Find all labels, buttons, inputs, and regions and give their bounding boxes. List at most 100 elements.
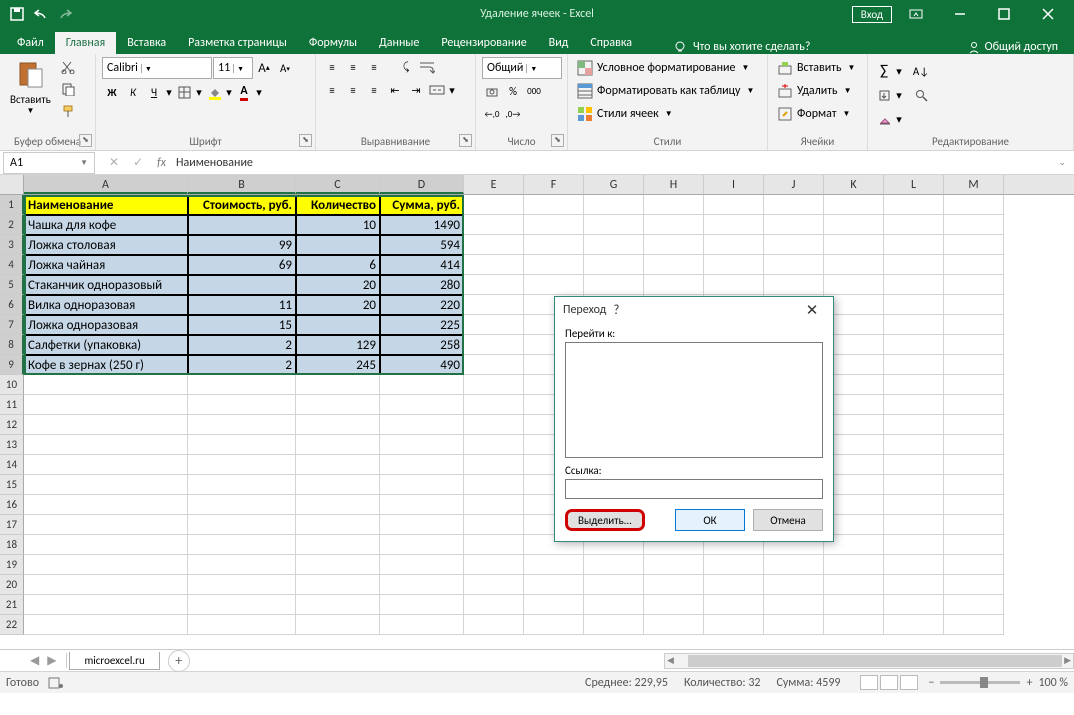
row-header[interactable]: 2 bbox=[0, 215, 24, 235]
tab-formulas[interactable]: Формулы bbox=[298, 32, 368, 54]
cell[interactable] bbox=[704, 275, 764, 295]
cell[interactable] bbox=[380, 455, 464, 475]
column-header[interactable]: G bbox=[584, 175, 644, 194]
cancel-button[interactable]: Отмена bbox=[753, 509, 823, 531]
cell[interactable]: Кофе в зернах (250 г) bbox=[24, 355, 188, 375]
cell[interactable] bbox=[884, 455, 944, 475]
align-center-icon[interactable]: ≡ bbox=[343, 80, 363, 100]
tab-file[interactable]: Файл bbox=[6, 32, 55, 54]
cell[interactable] bbox=[296, 495, 380, 515]
cell[interactable] bbox=[764, 195, 824, 215]
cell[interactable] bbox=[24, 595, 188, 615]
align-right-icon[interactable]: ≡ bbox=[364, 80, 384, 100]
cell[interactable] bbox=[764, 255, 824, 275]
cell[interactable]: 245 bbox=[296, 355, 380, 375]
cell[interactable] bbox=[24, 495, 188, 515]
cell[interactable]: 1490 bbox=[380, 215, 464, 235]
cell[interactable] bbox=[188, 415, 296, 435]
cell[interactable] bbox=[296, 535, 380, 555]
cell[interactable] bbox=[584, 215, 644, 235]
view-buttons[interactable] bbox=[860, 675, 918, 690]
cell[interactable] bbox=[884, 555, 944, 575]
cell[interactable]: Чашка для кофе bbox=[24, 215, 188, 235]
cell[interactable] bbox=[644, 255, 704, 275]
cell[interactable] bbox=[944, 215, 1004, 235]
cell[interactable] bbox=[944, 275, 1004, 295]
decrease-indent-icon[interactable]: ⇤ bbox=[385, 80, 405, 100]
fill-icon[interactable] bbox=[874, 85, 894, 105]
cell[interactable] bbox=[296, 455, 380, 475]
row-header[interactable]: 4 bbox=[0, 255, 24, 275]
cell[interactable] bbox=[644, 615, 704, 635]
row-header[interactable]: 7 bbox=[0, 315, 24, 335]
cell[interactable] bbox=[188, 575, 296, 595]
cell[interactable] bbox=[24, 455, 188, 475]
cell[interactable] bbox=[704, 555, 764, 575]
cell[interactable] bbox=[704, 575, 764, 595]
cell[interactable] bbox=[764, 215, 824, 235]
percent-icon[interactable]: % bbox=[503, 81, 523, 101]
cell[interactable]: 220 bbox=[380, 295, 464, 315]
copy-icon[interactable] bbox=[58, 79, 78, 99]
row-header[interactable]: 22 bbox=[0, 615, 24, 635]
cell[interactable] bbox=[188, 615, 296, 635]
cell[interactable] bbox=[188, 555, 296, 575]
cell[interactable] bbox=[188, 495, 296, 515]
column-header[interactable]: J bbox=[764, 175, 824, 194]
row-header[interactable]: 12 bbox=[0, 415, 24, 435]
cell[interactable] bbox=[944, 335, 1004, 355]
cell[interactable] bbox=[296, 475, 380, 495]
number-dialog-launcher[interactable]: ⬊ bbox=[551, 134, 564, 147]
ribbon-options-icon[interactable] bbox=[896, 0, 936, 28]
cell[interactable] bbox=[380, 435, 464, 455]
cell[interactable] bbox=[464, 415, 524, 435]
cell[interactable] bbox=[944, 475, 1004, 495]
row-header[interactable]: 11 bbox=[0, 395, 24, 415]
wrap-text-icon[interactable] bbox=[417, 57, 437, 77]
cell[interactable] bbox=[188, 595, 296, 615]
delete-cells-button[interactable]: Удалить▼ bbox=[774, 80, 861, 102]
cell[interactable]: 594 bbox=[380, 235, 464, 255]
cell[interactable]: Стоимость, руб. bbox=[188, 195, 296, 215]
cell[interactable] bbox=[464, 395, 524, 415]
increase-decimal-icon[interactable]: ←,0 bbox=[482, 104, 502, 124]
minimize-icon[interactable] bbox=[940, 0, 980, 28]
cell[interactable] bbox=[884, 415, 944, 435]
font-name-combo[interactable]: Calibri▼ bbox=[102, 57, 212, 79]
fill-color-button[interactable] bbox=[204, 82, 224, 102]
close-icon[interactable] bbox=[1028, 0, 1068, 28]
cell[interactable] bbox=[884, 535, 944, 555]
undo-icon[interactable] bbox=[30, 3, 52, 25]
row-header[interactable]: 18 bbox=[0, 535, 24, 555]
cell[interactable] bbox=[380, 555, 464, 575]
cell[interactable] bbox=[944, 375, 1004, 395]
cell[interactable] bbox=[464, 515, 524, 535]
cell[interactable] bbox=[296, 395, 380, 415]
column-header[interactable]: E bbox=[464, 175, 524, 194]
cell[interactable]: 129 bbox=[296, 335, 380, 355]
cell[interactable] bbox=[824, 555, 884, 575]
cell[interactable] bbox=[584, 555, 644, 575]
cell[interactable] bbox=[380, 495, 464, 515]
find-select-icon[interactable] bbox=[911, 85, 931, 105]
align-middle-icon[interactable]: ≡ bbox=[343, 57, 363, 77]
cell[interactable] bbox=[464, 435, 524, 455]
cell[interactable] bbox=[24, 375, 188, 395]
cell[interactable] bbox=[644, 555, 704, 575]
cell[interactable] bbox=[704, 615, 764, 635]
dialog-help-icon[interactable]: ? bbox=[606, 303, 626, 318]
sort-filter-icon[interactable]: A↓ bbox=[911, 61, 931, 81]
cell[interactable] bbox=[884, 495, 944, 515]
cell[interactable] bbox=[464, 555, 524, 575]
cell[interactable]: Ложка одноразовая bbox=[24, 315, 188, 335]
cell[interactable] bbox=[464, 535, 524, 555]
maximize-icon[interactable] bbox=[984, 0, 1024, 28]
cell[interactable] bbox=[188, 375, 296, 395]
align-bottom-icon[interactable]: ≡ bbox=[364, 57, 384, 77]
cell[interactable]: Салфетки (упаковка) bbox=[24, 335, 188, 355]
row-header[interactable]: 6 bbox=[0, 295, 24, 315]
cell[interactable] bbox=[824, 195, 884, 215]
cell[interactable]: 20 bbox=[296, 275, 380, 295]
cell[interactable] bbox=[944, 435, 1004, 455]
decrease-font-icon[interactable]: A▾ bbox=[275, 58, 295, 78]
